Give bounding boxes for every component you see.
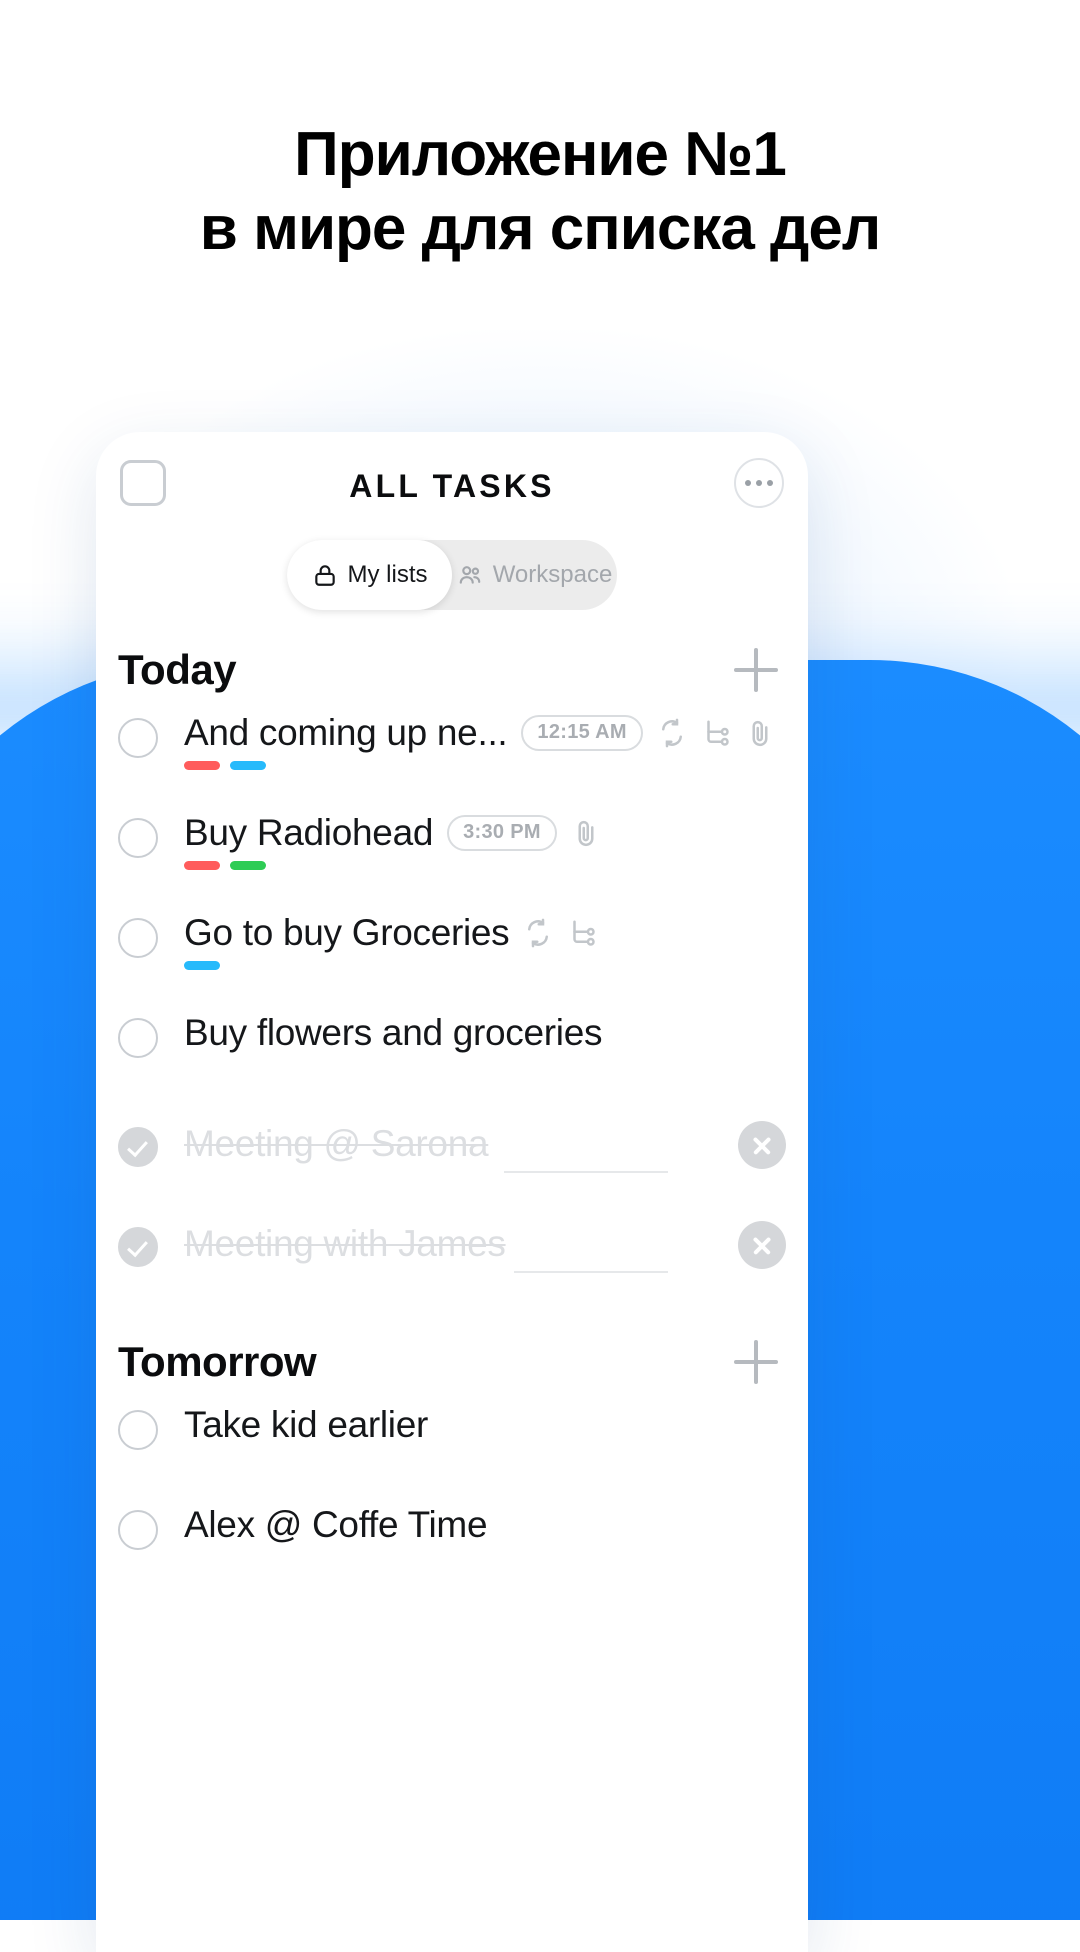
task-title: Take kid earlier — [184, 1404, 429, 1445]
table-row[interactable]: Buy Radiohead 3:30 PM — [96, 794, 808, 894]
task-checkbox[interactable] — [118, 1018, 158, 1058]
section-title-today: Today — [118, 646, 237, 693]
table-row[interactable]: Buy flowers and groceries — [96, 994, 808, 1094]
task-tags — [184, 961, 786, 970]
section-header-tomorrow: Tomorrow — [96, 1338, 808, 1386]
completed-strike-line — [514, 1271, 668, 1273]
tab-my-lists[interactable]: My lists — [287, 540, 452, 610]
task-tag — [184, 761, 220, 770]
table-row[interactable]: And coming up ne... 12:15 AM — [96, 694, 808, 794]
tab-my-lists-label: My lists — [347, 561, 428, 588]
app-screenshot-card: ALL TASKS My lists Workspace Today And c… — [96, 432, 808, 1952]
more-options-icon[interactable] — [734, 458, 784, 508]
task-title: Alex @ Coffe Time — [184, 1504, 488, 1545]
headline-line-1: Приложение №1 — [294, 120, 787, 189]
attachment-icon — [752, 720, 768, 747]
segmented-control: My lists Workspace — [96, 540, 808, 610]
task-checkbox[interactable] — [118, 818, 158, 858]
task-title: Buy Radiohead — [184, 812, 434, 853]
headline-line-2: в мире для списка дел — [199, 194, 882, 263]
task-title: Meeting @ Sarona — [184, 1123, 489, 1164]
section-title-tomorrow: Tomorrow — [118, 1338, 317, 1385]
completed-strike-line — [504, 1171, 668, 1173]
tab-workspace-label: Workspace — [492, 561, 613, 588]
task-checkbox-checked[interactable] — [118, 1227, 158, 1267]
table-row[interactable]: Alex @ Coffe Time — [96, 1486, 808, 1586]
add-task-today-button[interactable] — [734, 648, 778, 692]
task-tag — [230, 761, 266, 770]
task-title: Go to buy Groceries — [184, 912, 510, 953]
task-tag — [184, 861, 220, 870]
repeat-icon — [661, 718, 682, 748]
add-task-tomorrow-button[interactable] — [734, 1340, 778, 1384]
people-icon — [459, 566, 480, 584]
task-time-badge: 3:30 PM — [447, 815, 557, 851]
task-time-badge: 12:15 AM — [521, 715, 643, 751]
task-tags — [184, 861, 786, 870]
section-header-today: Today — [96, 646, 808, 694]
task-title: Meeting with James — [184, 1223, 506, 1264]
page-title: Приложение №1 в мире для списка дел — [0, 118, 1080, 266]
task-checkbox[interactable] — [118, 1510, 158, 1550]
table-row[interactable]: Meeting @ Sarona — [96, 1094, 808, 1194]
task-tag — [184, 961, 220, 970]
remove-task-icon[interactable] — [738, 1221, 786, 1269]
table-row[interactable]: Meeting with James — [96, 1194, 808, 1294]
task-checkbox[interactable] — [118, 1410, 158, 1450]
task-title: Buy flowers and groceries — [184, 1012, 603, 1053]
subtask-icon — [707, 720, 729, 746]
subtask-icon — [573, 920, 596, 946]
task-checkbox-checked[interactable] — [118, 1127, 158, 1167]
task-tag — [230, 861, 266, 870]
lock-icon — [314, 565, 335, 586]
task-title: And coming up ne... — [184, 712, 508, 753]
task-checkbox[interactable] — [118, 718, 158, 758]
task-checkbox[interactable] — [118, 918, 158, 958]
card-header: ALL TASKS — [96, 432, 808, 538]
remove-task-icon[interactable] — [738, 1121, 786, 1169]
repeat-icon — [528, 918, 549, 948]
attachment-icon — [578, 820, 594, 847]
task-tags — [184, 761, 786, 770]
tab-workspace[interactable]: Workspace — [452, 540, 617, 610]
list-title: ALL TASKS — [349, 468, 555, 504]
table-row[interactable]: Go to buy Groceries — [96, 894, 808, 994]
table-row[interactable]: Take kid earlier — [96, 1386, 808, 1486]
